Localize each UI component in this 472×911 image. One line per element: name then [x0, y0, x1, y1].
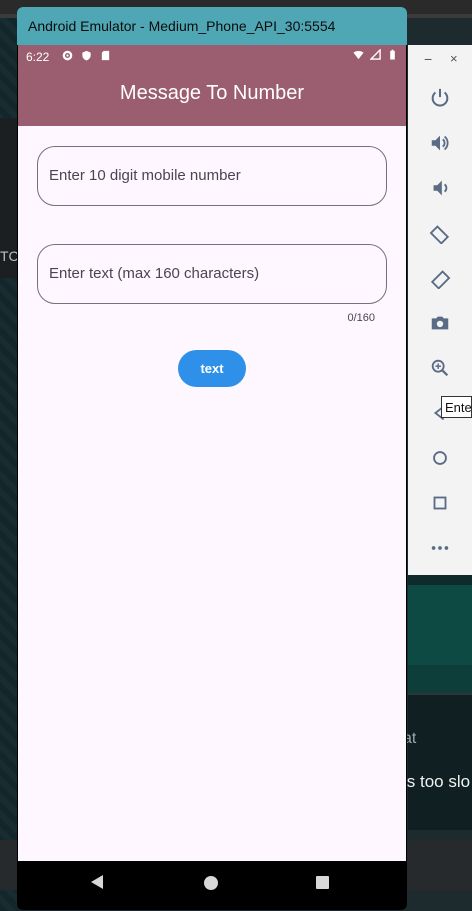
zoom-button[interactable]: [428, 356, 452, 380]
message-text-placeholder: Enter text (max 160 characters): [49, 265, 260, 282]
shield-icon: [82, 50, 91, 61]
phone-screen: 6:22 Message To Number Enter 10 digit mo…: [18, 45, 406, 899]
power-icon: [431, 88, 449, 107]
camera-icon: [431, 316, 449, 330]
close-button[interactable]: ×: [450, 51, 458, 66]
rotate-left-icon: [429, 225, 450, 244]
recents-icon[interactable]: [316, 876, 329, 889]
status-time: 6:22: [26, 50, 50, 64]
window-title: Android Emulator - Medium_Phone_API_30:5…: [28, 18, 336, 34]
phone-number-placeholder: Enter 10 digit mobile number: [49, 167, 241, 184]
sd-card-icon: [101, 50, 110, 61]
volume-up-icon: [431, 135, 449, 151]
power-button[interactable]: [428, 86, 452, 110]
emulator-window: Android Emulator - Medium_Phone_API_30:5…: [17, 7, 407, 910]
android-nav-bar: [18, 861, 406, 909]
rotate-left-button[interactable]: [428, 221, 452, 245]
overview-square-icon: [433, 496, 447, 510]
background-right-text-2: is too slo: [403, 772, 471, 791]
phone-number-field[interactable]: Enter 10 digit mobile number: [37, 146, 387, 206]
home-button[interactable]: [428, 446, 452, 470]
character-counter: 0/160: [347, 312, 375, 324]
status-bar: 6:22: [18, 45, 406, 69]
message-text-field[interactable]: Enter text (max 160 characters): [37, 244, 387, 304]
settings-icon: [62, 50, 73, 61]
back-icon[interactable]: [91, 875, 103, 889]
more-dots-icon: [431, 546, 449, 550]
more-button[interactable]: [428, 536, 452, 560]
rotate-right-button[interactable]: [428, 266, 452, 290]
background-left-text: TC: [0, 248, 19, 264]
volume-up-button[interactable]: [428, 131, 452, 155]
tooltip: Ente: [441, 396, 472, 418]
signal-icon: [370, 49, 381, 60]
volume-down-button[interactable]: [428, 176, 452, 200]
zoom-in-icon: [431, 359, 449, 377]
send-text-button[interactable]: text: [178, 350, 246, 387]
rotate-right-icon: [430, 270, 451, 289]
volume-down-icon: [433, 180, 448, 196]
minimize-button[interactable]: −: [424, 51, 432, 67]
app-bar: Message To Number: [18, 69, 406, 126]
overview-button[interactable]: [428, 491, 452, 515]
wifi-icon: [353, 50, 364, 60]
home-circle-icon: [433, 451, 447, 465]
emulator-toolbar: − ×: [408, 45, 472, 575]
screenshot-button[interactable]: [428, 311, 452, 335]
emulator-titlebar[interactable]: Android Emulator - Medium_Phone_API_30:5…: [17, 7, 407, 45]
page-title: Message To Number: [119, 82, 305, 104]
home-icon[interactable]: [204, 876, 218, 890]
battery-icon: [390, 49, 395, 60]
